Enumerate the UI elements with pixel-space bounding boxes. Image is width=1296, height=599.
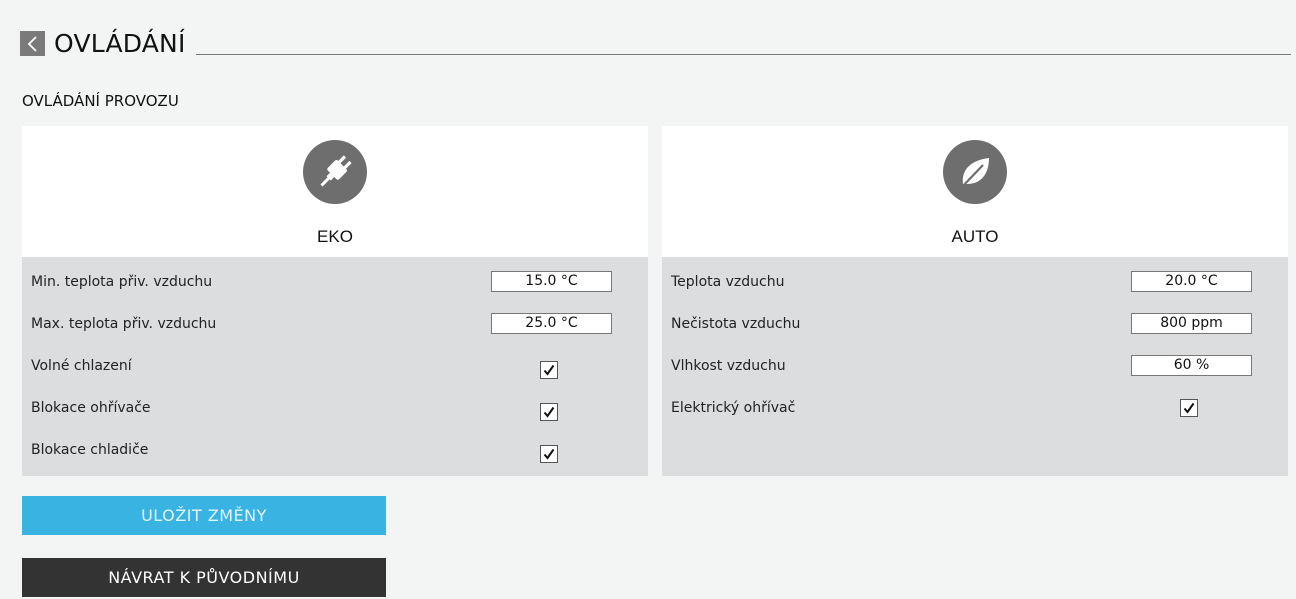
checkmark-icon [543,364,555,376]
eko-row-max-supply-temp: Max. teplota přiv. vzduchu 25.0 °C [22,311,648,353]
auto-row-air-pollution: Nečistota vzduchu 800 ppm [662,311,1288,353]
row-label: Max. teplota přiv. vzduchu [31,316,217,332]
auto-panel-header[interactable]: AUTO [662,126,1288,257]
save-changes-button[interactable]: ULOŽIT ZMĚNY [22,496,386,535]
auto-panel: AUTO Teplota vzduchu 20.0 °C Nečistota v… [662,126,1288,476]
checkmark-icon [1183,402,1195,414]
air-temp-input[interactable]: 20.0 °C [1131,271,1252,292]
row-label: Blokace ohřívače [31,400,151,416]
row-label: Volné chlazení [31,358,132,374]
leaf-icon [943,140,1007,204]
free-cooling-checkbox[interactable] [540,361,558,379]
auto-row-electric-heater: Elektrický ohřívač [662,395,1288,437]
row-label: Vlhkost vzduchu [671,358,786,374]
back-button[interactable] [20,31,45,56]
electric-heater-checkbox[interactable] [1180,399,1198,417]
page-header: OVLÁDÁNÍ [20,28,1291,58]
eko-row-heater-block: Blokace ohřívače [22,395,648,437]
max-supply-temp-input[interactable]: 25.0 °C [491,313,612,334]
page-title: OVLÁDÁNÍ [54,29,186,58]
auto-label: AUTO [951,227,999,246]
auto-row-air-humidity: Vlhkost vzduchu 60 % [662,353,1288,395]
checkmark-icon [543,406,555,418]
eko-panel: EKO Min. teplota přiv. vzduchu 15.0 °C M… [22,126,648,476]
row-label: Nečistota vzduchu [671,316,801,332]
auto-row-air-temp: Teplota vzduchu 20.0 °C [662,269,1288,311]
cooler-block-checkbox[interactable] [540,445,558,463]
row-label: Blokace chladiče [31,442,149,458]
min-supply-temp-input[interactable]: 15.0 °C [491,271,612,292]
heater-block-checkbox[interactable] [540,403,558,421]
eko-panel-body: Min. teplota přiv. vzduchu 15.0 °C Max. … [22,257,648,476]
auto-panel-body: Teplota vzduchu 20.0 °C Nečistota vzduch… [662,257,1288,476]
eko-panel-header[interactable]: EKO [22,126,648,257]
air-pollution-input[interactable]: 800 ppm [1131,313,1252,334]
row-label: Elektrický ohřívač [671,400,796,416]
eko-row-free-cooling: Volné chlazení [22,353,648,395]
row-label: Min. teplota přiv. vzduchu [31,274,213,290]
section-title: OVLÁDÁNÍ PROVOZU [22,92,179,110]
row-label: Teplota vzduchu [671,274,785,290]
title-divider [195,54,1291,55]
checkmark-icon [543,448,555,460]
eko-label: EKO [317,227,353,246]
plug-icon [303,140,367,204]
eko-row-cooler-block: Blokace chladiče [22,437,648,479]
chevron-left-icon [27,35,37,52]
air-humidity-input[interactable]: 60 % [1131,355,1252,376]
eko-row-min-supply-temp: Min. teplota přiv. vzduchu 15.0 °C [22,269,648,311]
revert-to-original-button[interactable]: NÁVRAT K PŮVODNÍMU [22,558,386,597]
